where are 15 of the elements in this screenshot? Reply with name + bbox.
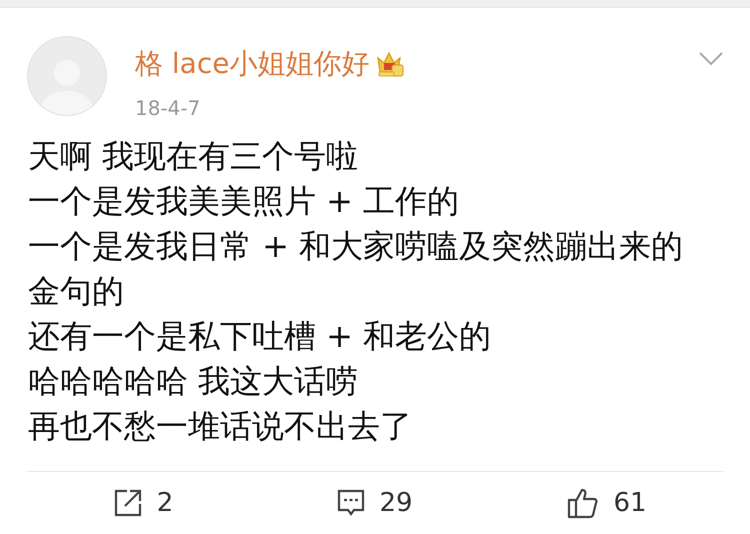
thumbs-up-icon [567,487,600,519]
post-text-line: 一个是发我日常 + 和大家唠嗑及突然蹦出来的金句的 [28,226,684,312]
share-icon [112,488,143,518]
post-date: 18-4-7 [135,96,202,120]
post-text-line: 哈哈哈哈哈 我这大话唠 [28,361,360,402]
crown-icon [375,50,406,78]
post-text-line: 天啊 我现在有三个号啦 [28,136,360,177]
chevron-down-icon[interactable] [698,50,724,66]
like-button[interactable]: 61 [491,472,723,534]
share-button[interactable]: 2 [27,472,259,534]
post-text-line: 还有一个是私下吐槽 + 和老公的 [28,316,492,357]
comment-button[interactable]: 29 [259,472,491,534]
comment-icon [337,488,366,518]
post-text-line: 一个是发我美美照片 + 工作的 [28,181,460,222]
post-text-line: 再也不愁一堆话说不出去了 [28,406,413,447]
